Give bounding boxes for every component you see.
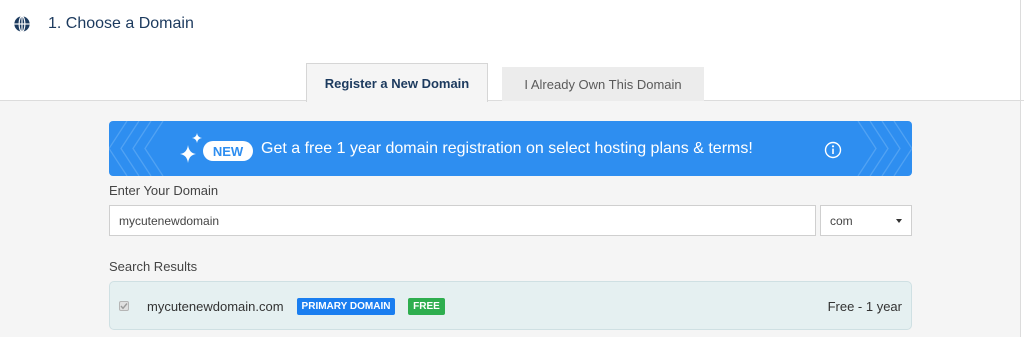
tld-select-value: com xyxy=(830,213,853,228)
info-icon[interactable] xyxy=(824,141,842,159)
search-results-label: Search Results xyxy=(109,259,198,274)
globe-icon xyxy=(14,15,30,33)
caret-down-icon xyxy=(896,219,902,223)
tab-register-new-domain[interactable]: Register a New Domain xyxy=(306,63,488,102)
panel-border xyxy=(1020,0,1021,337)
promo-text: Get a free 1 year domain registration on… xyxy=(261,140,753,157)
primary-domain-badge: PRIMARY DOMAIN xyxy=(297,298,395,315)
enter-domain-label: Enter Your Domain xyxy=(109,183,219,198)
sparkle-icon xyxy=(180,133,202,163)
section-title: 1. Choose a Domain xyxy=(48,15,194,32)
result-checkbox[interactable] xyxy=(119,301,129,311)
result-price: Free - 1 year xyxy=(827,299,902,314)
free-badge: FREE xyxy=(408,298,445,315)
check-icon xyxy=(120,303,128,310)
new-badge: NEW xyxy=(203,141,253,161)
tld-select[interactable]: com xyxy=(820,205,912,236)
domain-input[interactable] xyxy=(109,205,816,236)
tab-already-own-domain[interactable]: I Already Own This Domain xyxy=(502,67,704,101)
result-domain-name: mycutenewdomain.com xyxy=(147,299,284,314)
